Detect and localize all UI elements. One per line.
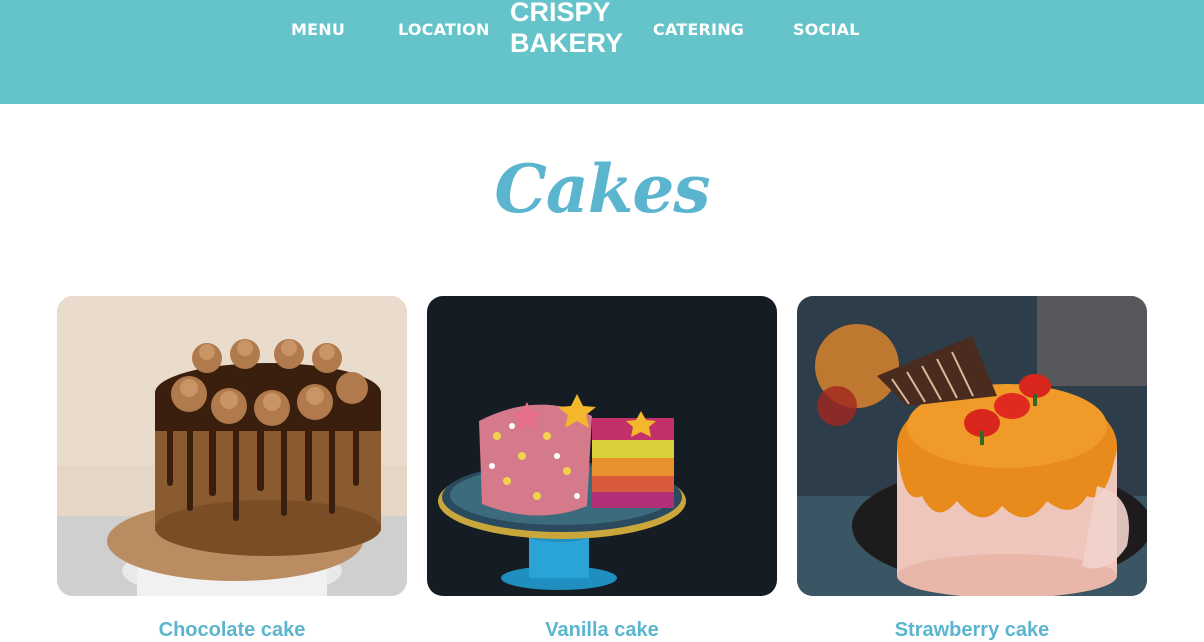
cake-label-strawberry[interactable]: Strawberry cake [797, 619, 1147, 642]
section-title: Cakes [494, 150, 710, 228]
nav-menu[interactable]: MENU [291, 20, 345, 39]
vanilla-cake-image [427, 296, 777, 596]
nav-catering[interactable]: CATERING [653, 20, 744, 39]
brand-logo[interactable]: CRISPY BAKERY [510, 0, 623, 59]
cake-label-vanilla[interactable]: Vanilla cake [427, 619, 777, 642]
cake-label-chocolate[interactable]: Chocolate cake [57, 619, 407, 642]
nav-social[interactable]: SOCIAL [793, 20, 860, 39]
chocolate-cake-image [57, 296, 407, 596]
cake-card-chocolate[interactable] [57, 296, 407, 596]
cake-card-vanilla[interactable] [427, 296, 777, 596]
nav-location[interactable]: LOCATION [398, 20, 490, 39]
site-header: MENU LOCATION CRISPY BAKERY CATERING SOC… [0, 0, 1204, 104]
brand-line-2: BAKERY [510, 28, 624, 58]
strawberry-cake-image [797, 296, 1147, 596]
cake-card-strawberry[interactable] [797, 296, 1147, 596]
brand-line-1: CRISPY [510, 0, 611, 27]
